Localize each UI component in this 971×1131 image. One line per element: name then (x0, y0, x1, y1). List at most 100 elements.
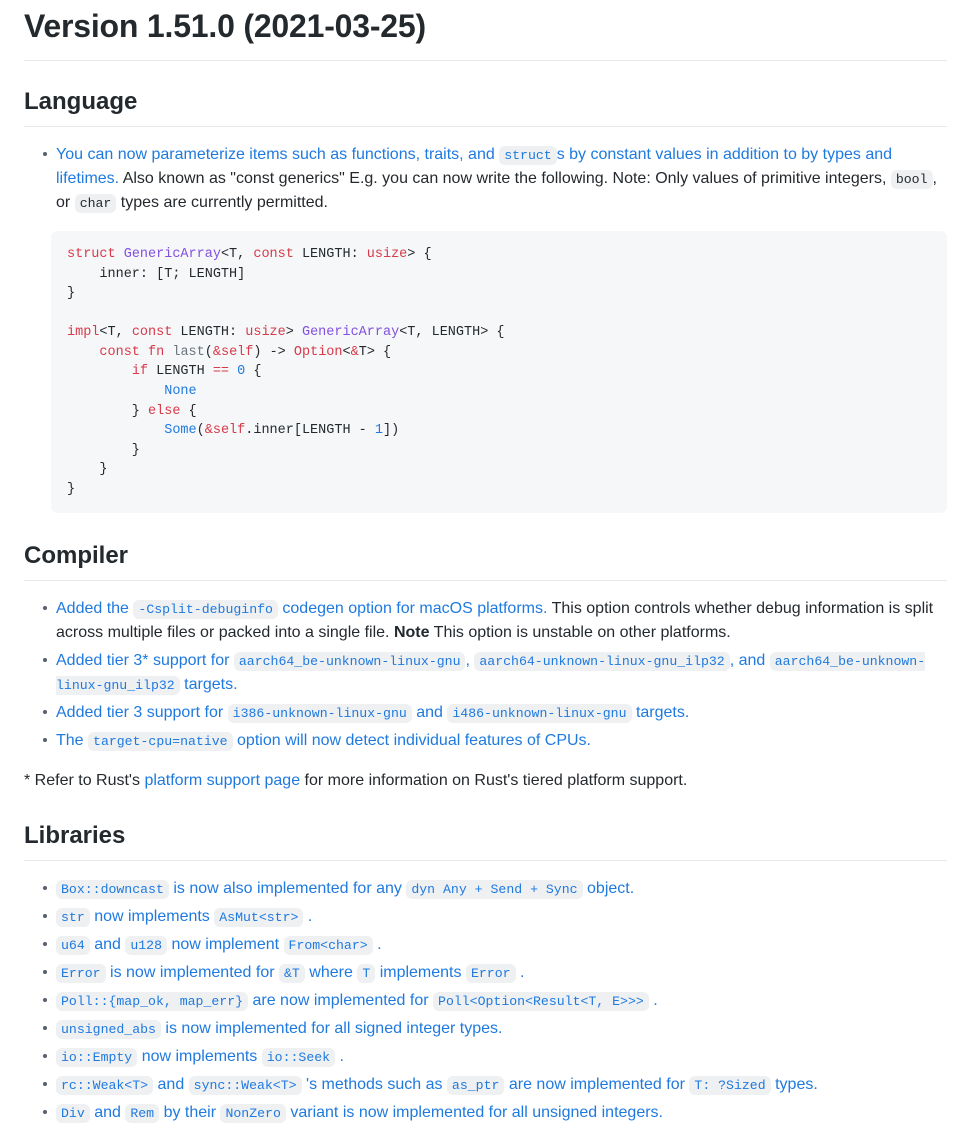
link-text: . (339, 1048, 344, 1066)
inline-code-code-3: NonZero (220, 1104, 286, 1124)
link-text: . (519, 964, 525, 982)
link-text: by their (163, 1104, 217, 1122)
inline-code-code-1: str (56, 908, 90, 928)
inline-code-code-3: From<char> (283, 936, 373, 956)
inline-code-bool: bool (890, 170, 933, 189)
inline-code-code-1: Poll::{map_ok, map_err} (56, 992, 249, 1012)
changelog-link[interactable]: Added tier 3* support for aarch64_be-unk… (56, 652, 926, 696)
inline-code-target-triple: aarch64_be-unknown-linux-gnu (233, 652, 466, 672)
inline-code-target-triple: i386-unknown-linux-gnu (227, 704, 412, 724)
bullet-text-tail: This option is unstable on other platfor… (433, 624, 731, 642)
list-item: You can now parameterize items such as f… (43, 143, 947, 215)
changelog-link[interactable]: Added tier 3 support for i386-unknown-li… (56, 704, 689, 724)
inline-code-code-2: io::Seek (261, 1048, 336, 1068)
footnote-text: * Refer to Rust's (24, 772, 140, 790)
list-item: unsigned_abs is now implemented for all … (43, 1017, 947, 1041)
link-text: . (653, 992, 658, 1010)
inline-code-code-4: Error (465, 964, 516, 984)
changelog-link[interactable]: io::Empty now implements io::Seek . (56, 1048, 344, 1068)
footnote-text-tail: for more information on Rust's tiered pl… (304, 772, 688, 790)
link-text: . (307, 908, 313, 926)
libraries-section-body: Box::downcast is now also implemented fo… (24, 877, 947, 1131)
inline-code-code-1: u64 (56, 936, 90, 956)
link-text: variant is now implemented for all unsig… (290, 1104, 663, 1122)
link-text: implements (379, 964, 462, 982)
link-text: are now implemented for (508, 1076, 685, 1094)
link-text: and (94, 1104, 121, 1122)
list-item: Box::downcast is now also implemented fo… (43, 877, 947, 901)
inline-code-code-3: as_ptr (446, 1076, 505, 1096)
section-heading-libraries: Libraries (24, 795, 947, 862)
inline-code-target-triple: aarch64-unknown-linux-gnu_ilp32 (474, 652, 730, 672)
language-section-body: You can now parameterize items such as f… (24, 143, 947, 515)
inline-code-csplit-debuginfo: -Csplit-debuginfo (133, 600, 278, 620)
changelog-link[interactable]: unsigned_abs is now implemented for all … (56, 1020, 503, 1040)
inline-code-code-2: dyn Any + Send + Sync (406, 880, 583, 900)
link-text: where (309, 964, 353, 982)
changelog-link[interactable]: rc::Weak<T> and sync::Weak<T> 's methods… (56, 1076, 818, 1096)
inline-code-code-1: unsigned_abs (56, 1020, 161, 1040)
changelog-link[interactable]: Added the -Csplit-debuginfo codegen opti… (56, 600, 547, 620)
bullet-text: Also known as "const generics" E.g. you … (122, 170, 887, 187)
inline-code-code-1: Box::downcast (56, 880, 169, 900)
link-text: object. (587, 880, 635, 898)
libraries-bullet-list: Box::downcast is now also implemented fo… (24, 877, 947, 1125)
changelog-link[interactable]: Poll::{map_ok, map_err} are now implemen… (56, 992, 658, 1012)
compiler-section-body: Added the -Csplit-debuginfo codegen opti… (24, 597, 947, 795)
changelog-link[interactable]: Box::downcast is now also implemented fo… (56, 880, 635, 900)
list-item: Added tier 3* support for aarch64_be-unk… (43, 649, 947, 697)
changelog-link[interactable]: u64 and u128 now implement From<char> . (56, 936, 382, 956)
platform-support-footnote: * Refer to Rust's platform support page … (24, 769, 947, 793)
link-text: is now implemented for (110, 964, 275, 982)
inline-code-code-2: sync::Weak<T> (188, 1076, 302, 1096)
release-notes-page: Version 1.51.0 (2021-03-25) Language You… (0, 0, 971, 1131)
list-item: The target-cpu=native option will now de… (43, 729, 947, 753)
inline-code-struct: struct (499, 146, 557, 165)
inline-code-target-triple: i486-unknown-linux-gnu (447, 704, 632, 724)
inline-code-code-4: T: ?Sized (689, 1076, 771, 1096)
inline-code-code-1: Error (56, 964, 106, 984)
link-text: now implement (171, 936, 280, 954)
list-item: Error is now implemented for &T where T … (43, 961, 947, 985)
inline-code-code-1: Div (56, 1104, 90, 1124)
link-text: and (157, 1076, 185, 1094)
section-heading-compiler: Compiler (24, 515, 947, 582)
link-text: is now also implemented for any (173, 880, 402, 898)
inline-code-code-1: io::Empty (56, 1048, 138, 1068)
list-item: Poll::{map_ok, map_err} are now implemen… (43, 989, 947, 1013)
link-text: types. (775, 1076, 818, 1094)
changelog-link[interactable]: The target-cpu=native option will now de… (56, 732, 591, 752)
compiler-bullet-list: Added the -Csplit-debuginfo codegen opti… (24, 597, 947, 753)
list-item: Added tier 3 support for i386-unknown-li… (43, 701, 947, 725)
list-item: rc::Weak<T> and sync::Weak<T> 's methods… (43, 1073, 947, 1097)
inline-code-code-2: Rem (125, 1104, 160, 1124)
list-item: io::Empty now implements io::Seek . (43, 1045, 947, 1069)
code-block-content: struct GenericArray<T, const LENGTH: usi… (67, 247, 505, 497)
note-label: Note (393, 624, 430, 642)
link-text: now implements (94, 908, 210, 926)
changelog-link[interactable]: Div and Rem by their NonZero variant is … (56, 1104, 663, 1124)
changelog-link[interactable]: Error is now implemented for &T where T … (56, 964, 525, 984)
page-title: Version 1.51.0 (2021-03-25) (24, 0, 947, 61)
changelog-link[interactable]: str now implements AsMut<str> . (56, 908, 313, 928)
inline-code-char: char (74, 194, 117, 213)
list-item: Added the -Csplit-debuginfo codegen opti… (43, 597, 947, 645)
list-item: u64 and u128 now implement From<char> . (43, 933, 947, 957)
inline-code-target-cpu-native: target-cpu=native (88, 732, 233, 752)
link-text: are now implemented for (252, 992, 429, 1010)
list-item: Div and Rem by their NonZero variant is … (43, 1101, 947, 1125)
language-bullet-list: You can now parameterize items such as f… (24, 143, 947, 215)
bullet-text-tail: types are currently permitted. (120, 194, 328, 211)
inline-code-code-2: Poll<Option<Result<T, E>>> (433, 992, 649, 1012)
inline-code-code-2: AsMut<str> (214, 908, 304, 928)
link-text: is now implemented for all signed intege… (165, 1020, 503, 1038)
section-heading-language: Language (24, 61, 947, 127)
inline-code-code-2: &T (279, 964, 305, 984)
link-text: and (94, 936, 121, 954)
inline-code-code-2: u128 (125, 936, 168, 956)
code-block-generic-array: struct GenericArray<T, const LENGTH: usi… (51, 231, 947, 514)
platform-support-page-link[interactable]: platform support page (144, 772, 300, 789)
link-text: 's methods such as (306, 1076, 443, 1094)
link-text: now implements (141, 1048, 258, 1066)
inline-code-code-1: rc::Weak<T> (56, 1076, 154, 1096)
